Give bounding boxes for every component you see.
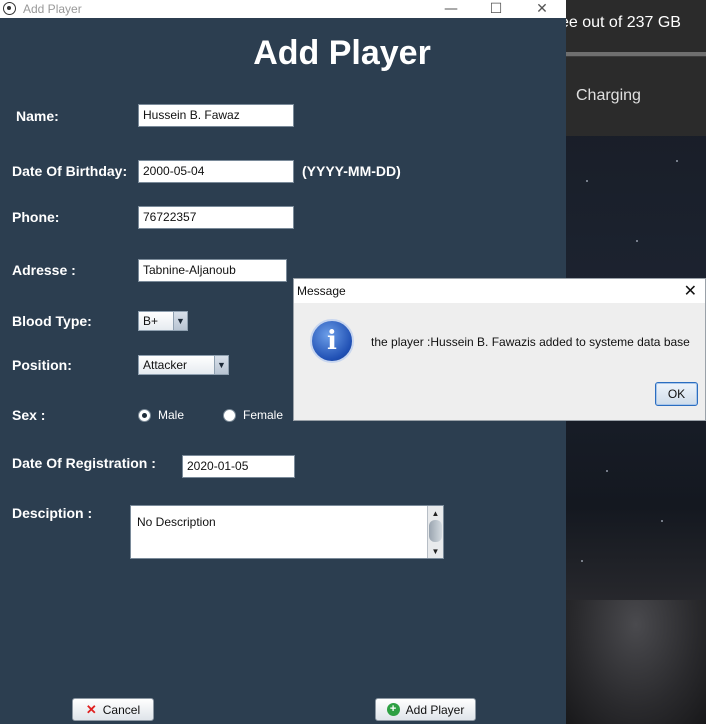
registration-label: Date Of Registration :: [12, 455, 156, 471]
scroll-thumb[interactable]: [429, 520, 442, 542]
name-field[interactable]: Hussein B. Fawaz: [138, 104, 294, 127]
window-title: Add Player: [23, 2, 82, 16]
description-label: Desciption :: [12, 505, 93, 521]
scrollbar[interactable]: ▲ ▼: [427, 506, 443, 558]
sex-option-label: Male: [158, 408, 185, 422]
dialog-message: the player :Hussein B. Fawazis added to …: [371, 335, 690, 349]
close-button[interactable]: ✕: [519, 0, 565, 18]
phone-field[interactable]: 76722357: [138, 206, 294, 229]
dialog-title: Message: [297, 284, 346, 298]
scroll-up-icon[interactable]: ▲: [428, 507, 443, 519]
date-format-hint: (YYYY-MM-DD): [302, 163, 401, 179]
blood-type-select[interactable]: B+ ▼: [138, 311, 188, 331]
position-value: Attacker: [143, 358, 188, 372]
dob-field[interactable]: 2000-05-04: [138, 160, 294, 183]
registration-field[interactable]: 2020-01-05: [182, 455, 295, 478]
star: [676, 160, 678, 162]
star: [586, 180, 588, 182]
cancel-button-label: Cancel: [102, 702, 141, 717]
message-dialog: Message ✕ i the player :Hussein B. Fawaz…: [293, 278, 706, 421]
cancel-button[interactable]: ✕ Cancel: [72, 698, 154, 721]
soccer-ball-icon: [3, 2, 16, 15]
description-text: No Description: [137, 515, 216, 529]
maximize-button[interactable]: ☐: [473, 0, 519, 18]
window-titlebar: Add Player — ☐ ✕: [0, 0, 566, 18]
star: [581, 560, 583, 562]
radio-unselected-icon[interactable]: [223, 408, 236, 422]
name-label: Name:: [16, 108, 59, 124]
description-textarea[interactable]: No Description ▲ ▼: [130, 505, 444, 559]
blood-type-label: Blood Type:: [12, 313, 92, 329]
ok-button[interactable]: OK: [655, 382, 698, 406]
sex-option-female[interactable]: Female: [223, 408, 283, 422]
minimize-button[interactable]: —: [428, 0, 474, 18]
scroll-down-icon[interactable]: ▼: [428, 545, 443, 557]
position-label: Position:: [12, 357, 72, 373]
dialog-close-icon[interactable]: ✕: [684, 281, 697, 300]
star: [661, 520, 663, 522]
phone-label: Phone:: [12, 209, 60, 225]
position-select[interactable]: Attacker ▼: [138, 355, 229, 375]
landscape-rock: [566, 600, 706, 724]
sex-option-label: Female: [243, 408, 284, 422]
page-title: Add Player: [253, 34, 431, 72]
blood-type-value: B+: [143, 314, 159, 328]
dob-label: Date Of Birthday:: [12, 163, 128, 179]
info-icon: i: [310, 319, 354, 363]
sex-option-male[interactable]: Male: [138, 408, 184, 422]
address-field[interactable]: Tabnine-Aljanoub: [138, 259, 287, 282]
add-player-button-label: Add Player: [405, 702, 465, 717]
storage-text: ee out of 237 GB: [566, 14, 681, 31]
add-player-button[interactable]: + Add Player: [375, 698, 476, 721]
close-x-icon: ✕: [85, 701, 97, 717]
plus-circle-icon: +: [386, 703, 400, 716]
star: [606, 470, 608, 472]
battery-status: Charging: [576, 87, 641, 104]
chevron-down-icon[interactable]: ▼: [173, 312, 187, 330]
dialog-titlebar: Message: [294, 279, 705, 303]
star: [636, 240, 638, 242]
chevron-down-icon[interactable]: ▼: [214, 356, 228, 374]
radio-selected-icon[interactable]: [138, 408, 151, 422]
address-label: Adresse :: [12, 262, 76, 278]
sex-label: Sex :: [12, 407, 46, 423]
